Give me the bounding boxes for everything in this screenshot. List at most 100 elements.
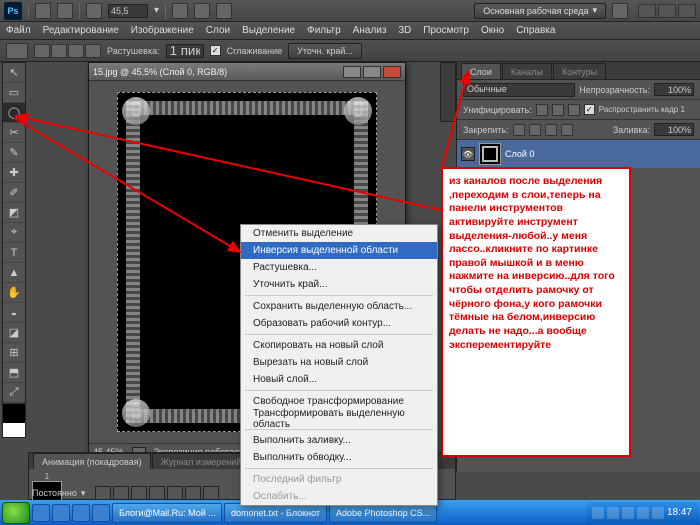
tab-layers[interactable]: Слои	[461, 63, 501, 79]
lock-pos-icon[interactable]	[545, 124, 557, 136]
anim-tween-button[interactable]	[167, 486, 183, 500]
menu-help[interactable]: Справка	[516, 25, 555, 36]
cm-refine[interactable]: Уточнить край...	[241, 276, 437, 293]
anim-next-button[interactable]	[149, 486, 165, 500]
tool-heal[interactable]: ✐	[3, 183, 25, 203]
sel-add-icon[interactable]	[51, 44, 67, 58]
ql-icon[interactable]	[72, 504, 90, 522]
menu-analysis[interactable]: Анализ	[353, 25, 387, 36]
lasso-preset-icon[interactable]	[6, 43, 28, 59]
cm-inverse[interactable]: Инверсия выделенной области	[241, 242, 437, 259]
ql-icon[interactable]	[32, 504, 50, 522]
tab-channels[interactable]: Каналы	[502, 63, 552, 79]
anim-play-button[interactable]	[131, 486, 147, 500]
tool-type[interactable]: ⊞	[3, 343, 25, 363]
sel-new-icon[interactable]	[34, 44, 50, 58]
minimize-button[interactable]	[638, 4, 656, 18]
anim-dup-button[interactable]	[185, 486, 201, 500]
repeat-dropdown[interactable]: Постоянно	[32, 488, 77, 498]
anim-prev-button[interactable]	[113, 486, 129, 500]
tool-path[interactable]: ⬒	[3, 363, 25, 383]
cm-save-sel[interactable]: Сохранить выделенную область...	[241, 298, 437, 315]
menu-layers[interactable]: Слои	[206, 25, 230, 36]
tool-wand[interactable]: ✂	[3, 123, 25, 143]
tool-marquee[interactable]: ▭	[3, 83, 25, 103]
blend-mode-select[interactable]: Обычные	[463, 83, 575, 97]
tool-lasso[interactable]: ◯	[3, 103, 25, 123]
cm-feather[interactable]: Растушевка...	[241, 259, 437, 276]
feather-input[interactable]	[166, 44, 204, 58]
color-swatch-fg[interactable]	[3, 403, 25, 423]
menu-image[interactable]: Изображение	[131, 25, 194, 36]
screen-mode-icon[interactable]	[216, 3, 232, 19]
clock[interactable]: 18:47	[667, 507, 692, 518]
hand-tool-icon[interactable]	[172, 3, 188, 19]
tool-dodge[interactable]: ◒	[3, 303, 25, 323]
layer-name[interactable]: Слой 0	[505, 149, 534, 159]
lock-all-icon[interactable]	[561, 124, 573, 136]
tab-measure[interactable]: Журнал измерений	[152, 453, 251, 469]
doc-min-button[interactable]	[343, 66, 361, 78]
anim-first-button[interactable]	[95, 486, 111, 500]
lock-pixels-icon[interactable]	[529, 124, 541, 136]
menu-select[interactable]: Выделение	[242, 25, 295, 36]
menu-view[interactable]: Просмотр	[423, 25, 469, 36]
cm-new-layer[interactable]: Новый слой...	[241, 371, 437, 388]
zoom-tool-icon[interactable]	[86, 3, 102, 19]
start-button[interactable]	[2, 502, 30, 524]
tool-stamp[interactable]: ⌖	[3, 223, 25, 243]
menu-3d[interactable]: 3D	[398, 25, 411, 36]
antialias-checkbox[interactable]: ✓	[210, 45, 221, 56]
tray-icon[interactable]	[652, 507, 664, 519]
collapsed-panel-tab[interactable]	[440, 62, 456, 122]
taskbar-item[interactable]: Блоги@Mail.Ru: Мой ...	[112, 503, 222, 523]
tab-animation[interactable]: Анимация (покадровая)	[33, 453, 151, 469]
tray-icon[interactable]	[637, 507, 649, 519]
bridge-icon[interactable]	[35, 3, 51, 19]
sel-int-icon[interactable]	[85, 44, 101, 58]
close-button[interactable]	[678, 4, 696, 18]
tool-blur[interactable]: ✋	[3, 283, 25, 303]
layer-item[interactable]: 👁 Слой 0	[457, 140, 700, 168]
ql-icon[interactable]	[92, 504, 110, 522]
menu-file[interactable]: Файл	[6, 25, 31, 36]
opacity-input[interactable]	[654, 83, 694, 96]
menu-window[interactable]: Окно	[481, 25, 504, 36]
unify-pos-icon[interactable]	[536, 104, 548, 116]
tool-gradient[interactable]: ▲	[3, 263, 25, 283]
cm-cut-layer[interactable]: Вырезать на новый слой	[241, 354, 437, 371]
tool-move[interactable]: ↖	[3, 63, 25, 83]
tool-hand[interactable]: ⤢	[3, 383, 25, 403]
unify-style-icon[interactable]	[568, 104, 580, 116]
ql-icon[interactable]	[52, 504, 70, 522]
layer-thumbnail[interactable]	[479, 143, 501, 165]
tool-pen[interactable]: ◪	[3, 323, 25, 343]
tool-eyedrop[interactable]: ‎✚	[3, 163, 25, 183]
document-titlebar[interactable]: 15.jpg @ 45,5% (Слой 0, RGB/8)	[89, 63, 405, 81]
color-swatch-bg[interactable]	[3, 423, 25, 437]
cs-live-icon[interactable]	[612, 3, 628, 19]
arrange-icon[interactable]	[194, 3, 210, 19]
workspace-switcher[interactable]: Основная рабочая среда ▾	[474, 3, 606, 19]
tool-eraser[interactable]: T	[3, 243, 25, 263]
fill-input[interactable]	[654, 123, 694, 136]
menu-filter[interactable]: Фильтр	[307, 25, 341, 36]
propagate-checkbox[interactable]: ✓	[584, 104, 595, 115]
visibility-toggle-icon[interactable]: 👁	[461, 147, 475, 161]
maximize-button[interactable]	[658, 4, 676, 18]
cm-make-path[interactable]: Образовать рабочий контур...	[241, 315, 437, 332]
menu-edit[interactable]: Редактирование	[43, 25, 119, 36]
tray-icon[interactable]	[607, 507, 619, 519]
unify-vis-icon[interactable]	[552, 104, 564, 116]
doc-max-button[interactable]	[363, 66, 381, 78]
tab-paths[interactable]: Контуры	[553, 63, 606, 79]
tray-icon[interactable]	[622, 507, 634, 519]
refine-edge-button[interactable]: Уточн. край...	[288, 43, 362, 59]
doc-close-button[interactable]	[383, 66, 401, 78]
zoom-input[interactable]	[108, 4, 148, 18]
tool-brush[interactable]: ◩	[3, 203, 25, 223]
sel-sub-icon[interactable]	[68, 44, 84, 58]
tray-icon[interactable]	[592, 507, 604, 519]
tool-crop[interactable]: ✎	[3, 143, 25, 163]
lock-trans-icon[interactable]	[513, 124, 525, 136]
